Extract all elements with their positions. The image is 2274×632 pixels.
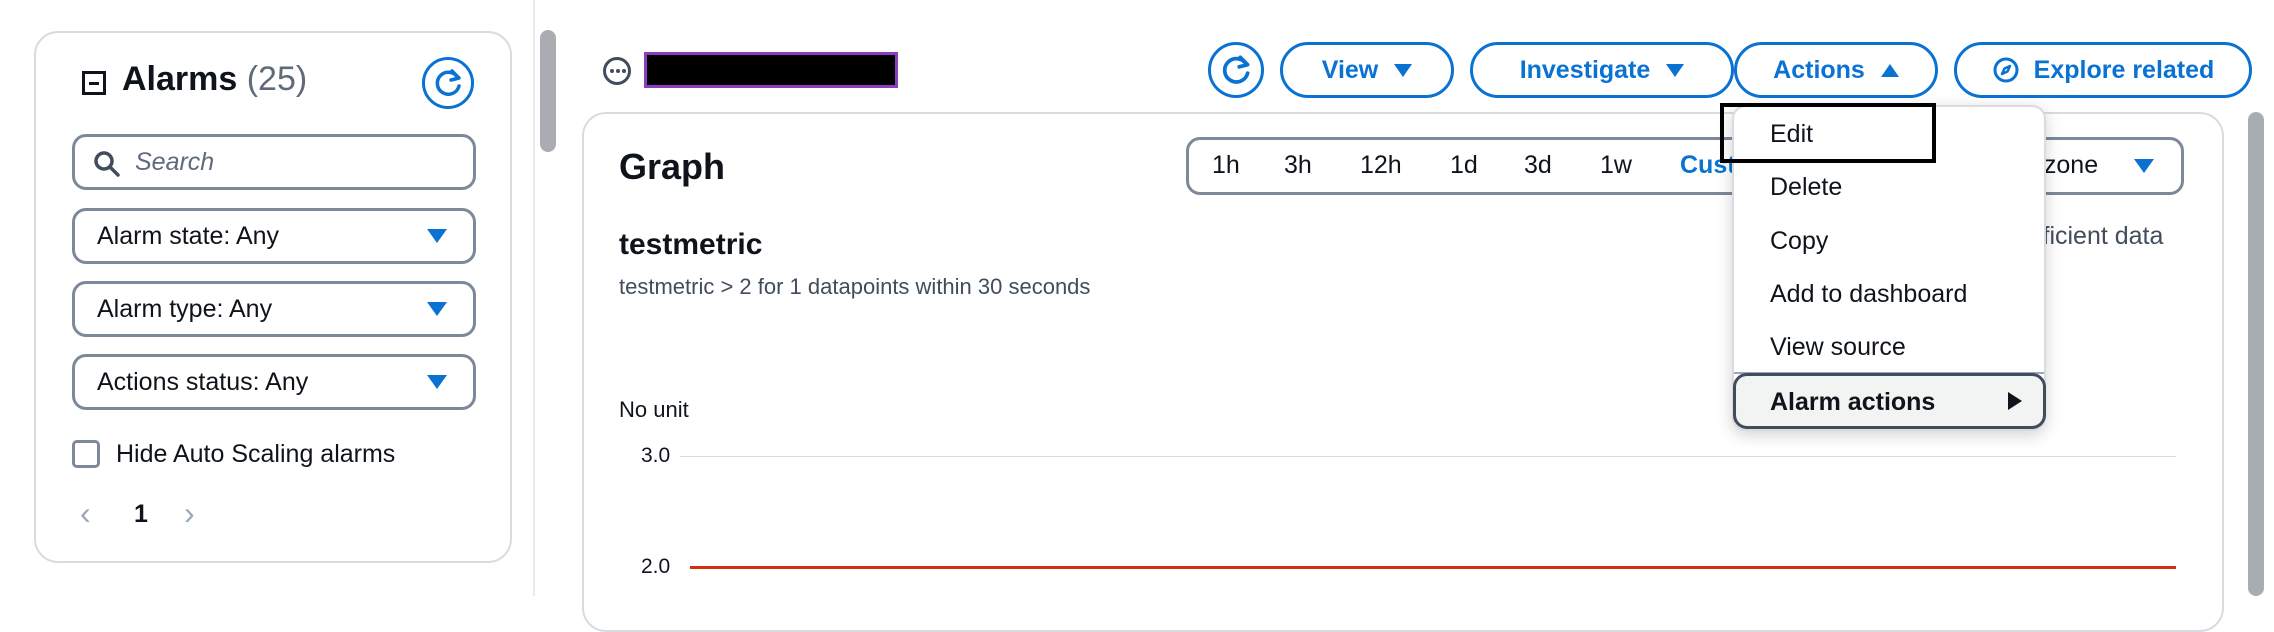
panel-divider bbox=[533, 0, 535, 596]
threshold-line bbox=[690, 566, 2176, 569]
caret-down-icon bbox=[1394, 63, 1413, 77]
search-icon bbox=[94, 151, 120, 177]
alarms-count: (25) bbox=[246, 60, 308, 98]
menu-item-delete[interactable]: Delete bbox=[1770, 173, 1842, 202]
menu-item-copy[interactable]: Copy bbox=[1770, 227, 1828, 256]
caret-up-icon bbox=[1880, 63, 1899, 77]
menu-item-add-to-dashboard[interactable]: Add to dashboard bbox=[1770, 280, 1967, 309]
chevron-left-icon[interactable]: ‹ bbox=[80, 495, 91, 532]
range-1d[interactable]: 1d bbox=[1450, 151, 1478, 180]
graph-title: Graph bbox=[619, 146, 726, 187]
view-button-label: View bbox=[1321, 55, 1379, 84]
caret-down-icon bbox=[427, 375, 447, 389]
refresh-alarms-button[interactable] bbox=[422, 57, 474, 109]
actions-button-label: Actions bbox=[1773, 55, 1865, 84]
caret-down-icon bbox=[427, 229, 447, 243]
y-tick-2: 2.0 bbox=[641, 555, 671, 578]
alarm-state-select[interactable]: Alarm state: Any bbox=[72, 208, 476, 264]
hide-autoscaling-label: Hide Auto Scaling alarms bbox=[116, 440, 396, 468]
alarms-title: Alarms (25) bbox=[122, 60, 307, 99]
alarm-state-label: Alarm state: Any bbox=[97, 221, 280, 250]
actions-button[interactable]: Actions bbox=[1734, 42, 1938, 98]
alarm-type-label: Alarm type: Any bbox=[97, 294, 273, 323]
metric-description: testmetric > 2 for 1 datapoints within 3… bbox=[619, 274, 1091, 299]
caret-down-icon bbox=[427, 302, 447, 316]
range-1h[interactable]: 1h bbox=[1212, 151, 1240, 180]
alarm-actions-label: Alarm actions bbox=[1770, 388, 1936, 416]
caret-down-icon bbox=[2134, 159, 2154, 173]
alarm-type-select[interactable]: Alarm type: Any bbox=[72, 281, 476, 337]
range-12h[interactable]: 12h bbox=[1360, 151, 1402, 180]
hide-autoscaling-checkbox[interactable] bbox=[72, 440, 100, 468]
refresh-button[interactable] bbox=[1208, 42, 1264, 98]
investigate-button[interactable]: Investigate bbox=[1470, 42, 1734, 98]
redacted-alarm-name bbox=[644, 52, 898, 88]
y-axis-unit: No unit bbox=[619, 397, 689, 422]
alarm-status-text: fficient data bbox=[2036, 222, 2164, 250]
refresh-icon bbox=[1222, 55, 1250, 84]
gridline bbox=[680, 456, 2176, 457]
main-scrollbar[interactable] bbox=[2248, 112, 2264, 596]
explore-related-button[interactable]: Explore related bbox=[1954, 42, 2252, 98]
menu-item-view-source[interactable]: View source bbox=[1770, 333, 1906, 362]
page-number[interactable]: 1 bbox=[134, 500, 148, 529]
caret-down-icon bbox=[1666, 63, 1685, 77]
caret-right-icon bbox=[2008, 392, 2022, 410]
explore-related-label: Explore related bbox=[2033, 55, 2215, 84]
metric-name: testmetric bbox=[619, 228, 763, 261]
range-3d[interactable]: 3d bbox=[1524, 151, 1552, 180]
investigate-button-label: Investigate bbox=[1519, 55, 1651, 84]
actions-status-label: Actions status: Any bbox=[97, 367, 309, 396]
search-placeholder: Search bbox=[135, 147, 215, 176]
compass-icon bbox=[1993, 57, 2019, 83]
actions-status-select[interactable]: Actions status: Any bbox=[72, 354, 476, 410]
alarms-title-text: Alarms bbox=[122, 60, 238, 98]
menu-focus-ring bbox=[1720, 103, 1936, 163]
range-3h[interactable]: 3h bbox=[1284, 151, 1312, 180]
sidebar-scrollbar[interactable] bbox=[540, 30, 556, 152]
search-input[interactable]: Search bbox=[72, 134, 476, 190]
ellipsis-icon bbox=[603, 57, 631, 85]
view-button[interactable]: View bbox=[1280, 42, 1454, 98]
collapse-icon[interactable] bbox=[82, 71, 106, 95]
y-tick-3: 3.0 bbox=[641, 444, 671, 467]
chevron-right-icon[interactable]: › bbox=[184, 495, 195, 532]
range-1w[interactable]: 1w bbox=[1600, 151, 1632, 180]
refresh-icon bbox=[435, 69, 461, 96]
